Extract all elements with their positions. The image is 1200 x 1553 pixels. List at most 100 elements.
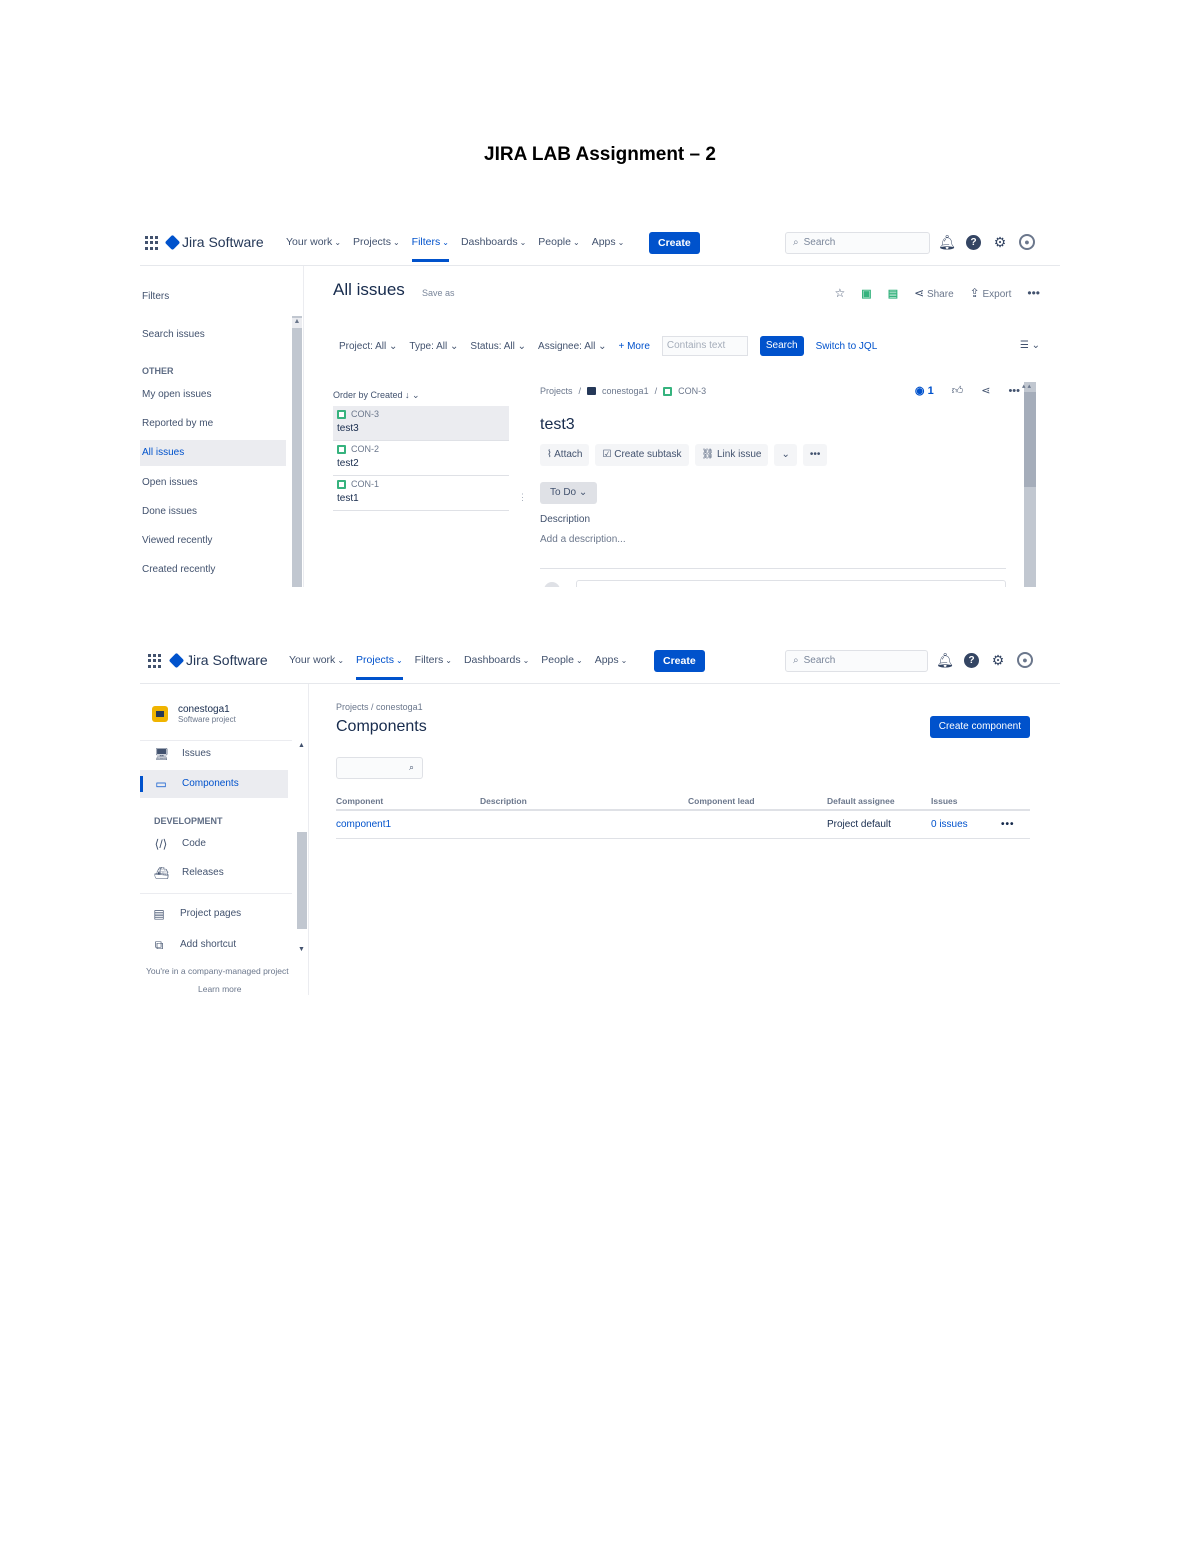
sidebar-item-all-issues[interactable]: All issues [140,440,286,466]
nav-projects[interactable]: Projects ⌄ [353,236,400,262]
sidebar-item-project-pages[interactable]: ▤ Project pages [140,900,288,928]
more-actions-icon[interactable]: ••• [1027,286,1040,300]
component-search-input[interactable]: ⌕ [336,757,423,779]
project-header[interactable]: conestoga1 Software project [152,704,236,724]
nav-apps[interactable]: Apps ⌄ [595,654,628,680]
sidebar-item-releases[interactable]: ⛴ Releases [140,859,288,887]
sidebar-item-open-issues[interactable]: Open issues [140,470,286,496]
nav-your-work[interactable]: Your work ⌄ [289,654,344,680]
nav-dashboards[interactable]: Dashboards ⌄ [461,236,526,262]
google-sheets-icon[interactable]: ▤ [888,287,898,300]
sidebar-item-my-open-issues[interactable]: My open issues [140,382,286,408]
watch-button[interactable]: ◉ 1 [915,384,934,397]
column-header[interactable]: Default assignee [827,792,931,811]
search-button[interactable]: Search [759,336,804,356]
nav-projects[interactable]: Projects ⌄ [356,654,403,680]
detail-scrollbar-thumb[interactable] [1024,392,1036,487]
nav-people[interactable]: People ⌄ [538,236,579,262]
sidebar-item-components[interactable]: ▭ Components [140,770,288,798]
nav-filters[interactable]: Filters ⌄ [411,236,450,262]
column-header-actions [1001,792,1030,811]
table-row: component1 Project default 0 issues ••• [336,810,1030,839]
filter-status[interactable]: Status: All ⌄ [470,341,526,352]
issues-count-link[interactable]: 0 issues [931,810,1001,839]
column-header[interactable]: Description [480,792,688,811]
sidebar-item-issues[interactable]: 🖥︎ Issues [140,740,288,768]
nav-apps[interactable]: Apps ⌄ [592,236,625,262]
switch-to-jql-link[interactable]: Switch to JQL [816,341,878,352]
search-input[interactable]: ⌕ Search [785,650,928,672]
list-item[interactable]: CON-3 test3 [333,406,509,441]
column-header[interactable]: Component [336,792,480,811]
filter-project[interactable]: Project: All ⌄ [339,341,397,352]
create-subtask-button[interactable]: ☑ Create subtask [595,444,689,466]
column-header[interactable]: Issues [931,792,1001,811]
share-button[interactable]: ⋖ Share [914,286,954,300]
scroll-down-arrow-icon[interactable]: ▼ [298,946,305,953]
attach-button[interactable]: ⌇ Attach [540,444,590,466]
link-issue-button[interactable]: ⛓ Link issue [694,444,769,466]
help-icon[interactable]: ? [964,652,979,668]
notification-icon[interactable]: 🔔︎ [936,651,954,669]
view-toggle-icon[interactable]: ☰ ⌄ [1020,340,1040,351]
list-item[interactable]: CON-2 test2 [333,441,509,476]
excel-icon[interactable]: ▣ [861,287,871,300]
scroll-up-arrow-icon[interactable]: ▲ [298,742,305,749]
nav-dashboards[interactable]: Dashboards ⌄ [464,654,529,680]
nav-filters[interactable]: Filters ⌄ [415,654,452,680]
export-button[interactable]: ⇪ Export [970,286,1012,300]
share-icon[interactable]: ⋖ [981,384,990,397]
sidebar-item-code[interactable]: ⟨/⟩ Code [140,830,288,858]
sidebar-item-viewed-recently[interactable]: Viewed recently [140,528,286,554]
column-header[interactable]: Component lead [688,792,827,811]
sidebar-scrollbar[interactable] [292,316,302,587]
divider [140,893,292,894]
app-switcher-icon[interactable] [148,654,162,668]
export-icon: ⇪ [969,286,980,300]
nav-people[interactable]: People ⌄ [541,654,582,680]
comment-input[interactable] [576,580,1006,587]
notification-icon[interactable]: 🔔︎ [938,233,956,251]
filter-assignee[interactable]: Assignee: All ⌄ [538,341,606,352]
list-item[interactable]: CON-1 test1 [333,476,509,511]
search-input[interactable]: ⌕ Search [785,232,930,254]
sidebar-item-reported-by-me[interactable]: Reported by me [140,411,286,437]
scroll-up-arrow-icon[interactable]: ▴ ▴ [1022,382,1031,390]
gear-icon[interactable]: ⚙ [989,651,1007,669]
learn-more-link[interactable]: Learn more [198,984,241,994]
sidebar-section-development: DEVELOPMENT [154,816,223,826]
filter-type[interactable]: Type: All ⌄ [409,341,458,352]
sidebar-item-created-recently[interactable]: Created recently [140,557,286,583]
jira-logo[interactable]: Jira Software [164,234,264,250]
sidebar-scrollbar[interactable] [297,832,307,929]
gear-icon[interactable]: ⚙ [991,233,1009,251]
more-actions-icon[interactable]: ••• [1008,385,1020,397]
contains-text-input[interactable]: Contains text [661,336,748,356]
sidebar-item-search-issues[interactable]: Search issues [140,322,286,348]
sidebar-item-add-shortcut[interactable]: ⧉ Add shortcut [140,931,288,959]
more-icon[interactable]: ••• [802,444,828,466]
avatar-icon[interactable]: ● [1019,234,1035,250]
star-icon[interactable]: ☆ [835,286,846,300]
more-filters-button[interactable]: + More [618,341,649,352]
component-link[interactable]: component1 [336,810,480,839]
resize-handle-icon[interactable]: ⋮ [518,492,527,503]
scroll-up-arrow-icon[interactable]: ▲ [292,318,302,328]
status-dropdown[interactable]: To Do ⌄ [540,482,598,504]
avatar-icon[interactable]: ● [1017,652,1033,668]
nav-your-work[interactable]: Your work ⌄ [286,236,341,262]
issue-title[interactable]: test3 [540,416,575,434]
chevron-down-icon[interactable]: ⌄ [774,444,797,466]
description-field[interactable]: Add a description... [540,534,626,545]
order-by-control[interactable]: Order by Created ↓ ⌄ [333,390,420,401]
more-actions-icon[interactable]: ••• [1001,810,1030,839]
create-component-button[interactable]: Create component [929,716,1030,738]
save-as-button[interactable]: Save as [422,288,455,298]
jira-logo[interactable]: Jira Software [168,652,268,668]
create-button[interactable]: Create [654,650,705,672]
like-icon[interactable]: 👍︎ [952,384,964,397]
app-switcher-icon[interactable] [145,236,159,250]
help-icon[interactable]: ? [966,234,981,250]
create-button[interactable]: Create [649,232,700,254]
sidebar-item-done-issues[interactable]: Done issues [140,499,286,525]
